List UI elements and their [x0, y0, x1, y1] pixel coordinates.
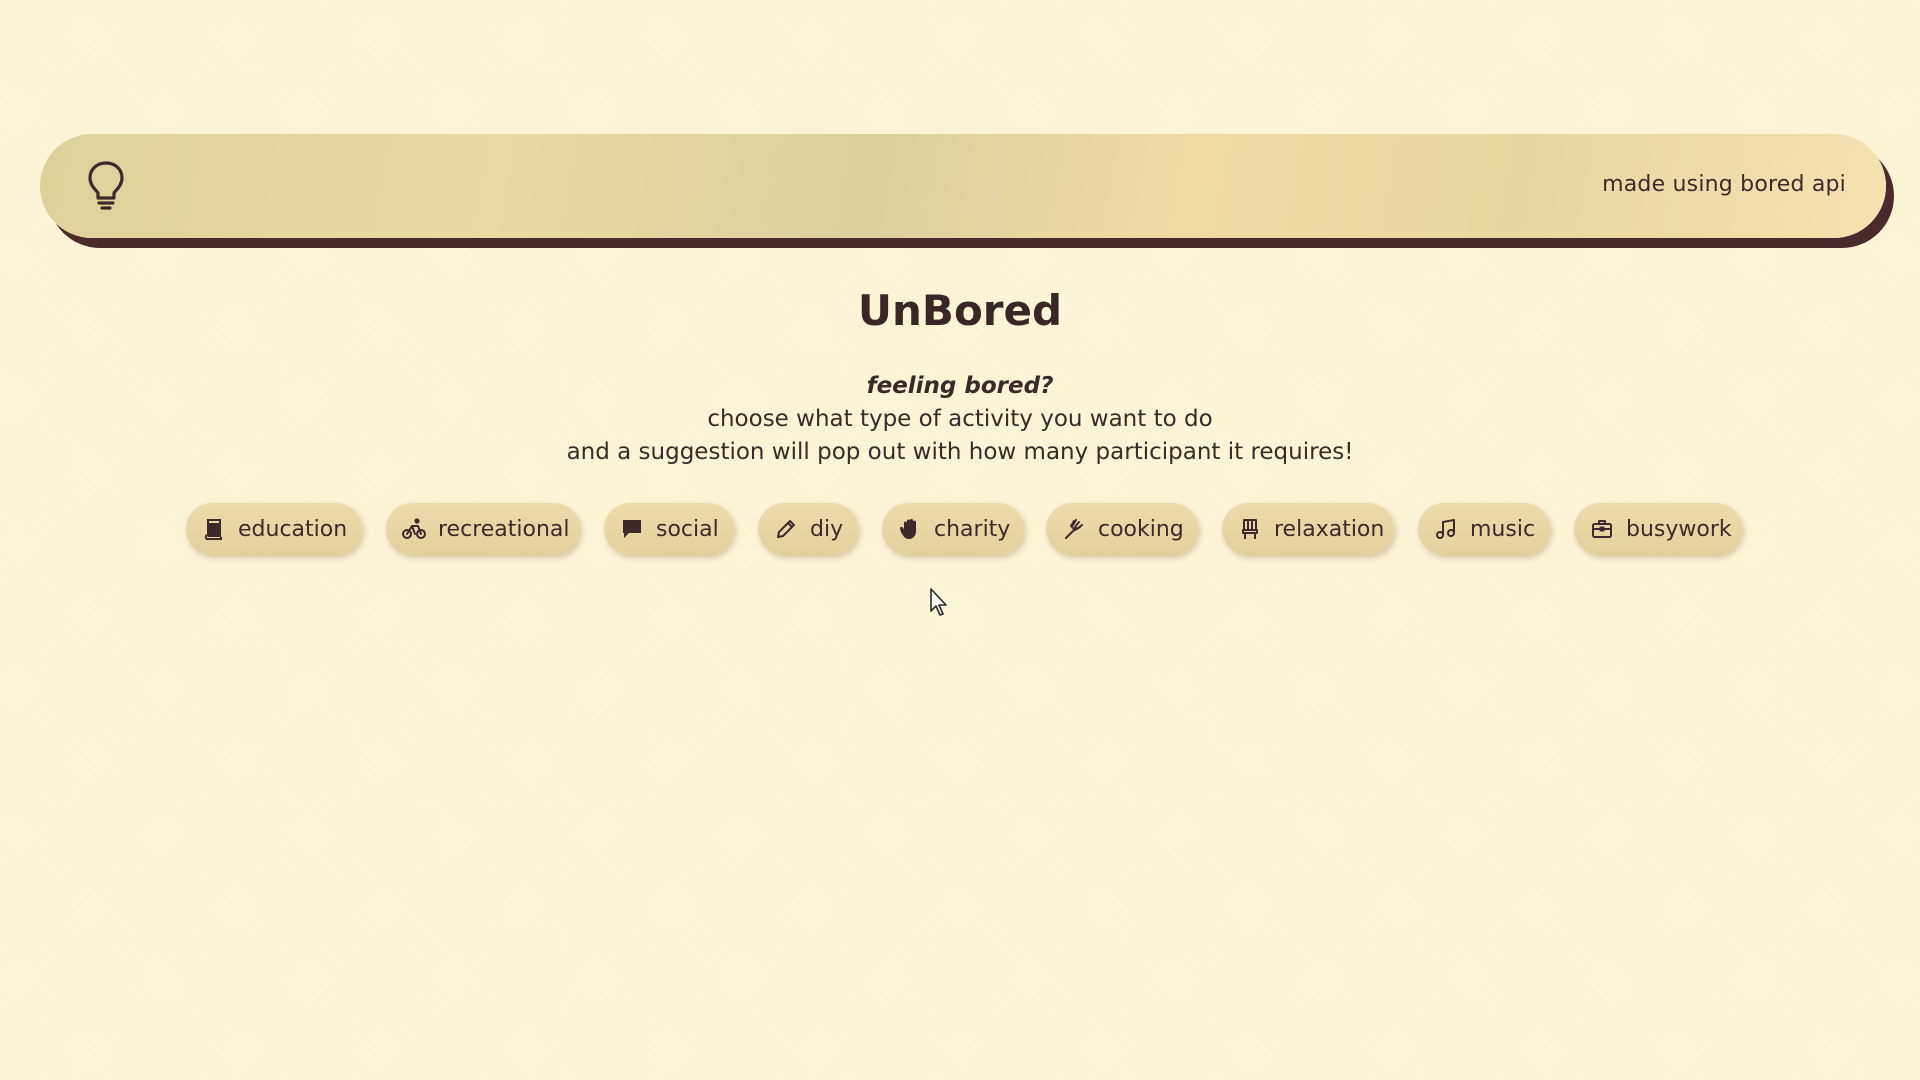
category-button-recreational[interactable]: recreational — [386, 503, 580, 555]
lightbulb-icon[interactable] — [86, 160, 126, 210]
book-icon — [202, 517, 226, 541]
intro-line-2: and a suggestion will pop out with how m… — [566, 439, 1354, 465]
category-label: social — [656, 516, 719, 542]
intro-lead: feeling bored? — [866, 373, 1054, 399]
briefcase-icon — [1590, 517, 1614, 541]
credit-text: made using bored api — [1602, 172, 1846, 197]
chat-icon — [620, 517, 644, 541]
category-label: busywork — [1626, 516, 1732, 542]
category-button-diy[interactable]: diy — [758, 503, 858, 555]
page-title: UnBored — [857, 286, 1063, 335]
category-buttons: education recreational social diy charit… — [0, 503, 1920, 555]
category-label: diy — [810, 516, 844, 542]
category-label: relaxation — [1274, 516, 1385, 542]
category-button-social[interactable]: social — [604, 503, 734, 555]
pencil-icon — [774, 517, 798, 541]
bicycle-icon — [402, 517, 426, 541]
category-button-busywork[interactable]: busywork — [1574, 503, 1742, 555]
category-label: charity — [934, 516, 1011, 542]
category-button-cooking[interactable]: cooking — [1046, 503, 1198, 555]
category-button-charity[interactable]: charity — [882, 503, 1024, 555]
intro-line-1: choose what type of activity you want to… — [707, 406, 1213, 432]
category-button-education[interactable]: education — [186, 503, 362, 555]
category-label: education — [238, 516, 348, 542]
category-label: music — [1470, 516, 1536, 542]
category-label: recreational — [438, 516, 570, 542]
intro-text: feeling bored? choose what type of activ… — [0, 370, 1920, 469]
top-navbar: made using bored api — [40, 134, 1886, 238]
utensils-icon — [1062, 517, 1086, 541]
hand-icon — [898, 517, 922, 541]
category-label: cooking — [1098, 516, 1184, 542]
category-button-music[interactable]: music — [1418, 503, 1550, 555]
chair-icon — [1238, 517, 1262, 541]
mouse-cursor-icon — [929, 587, 949, 617]
category-button-relaxation[interactable]: relaxation — [1222, 503, 1394, 555]
music-note-icon — [1434, 517, 1458, 541]
